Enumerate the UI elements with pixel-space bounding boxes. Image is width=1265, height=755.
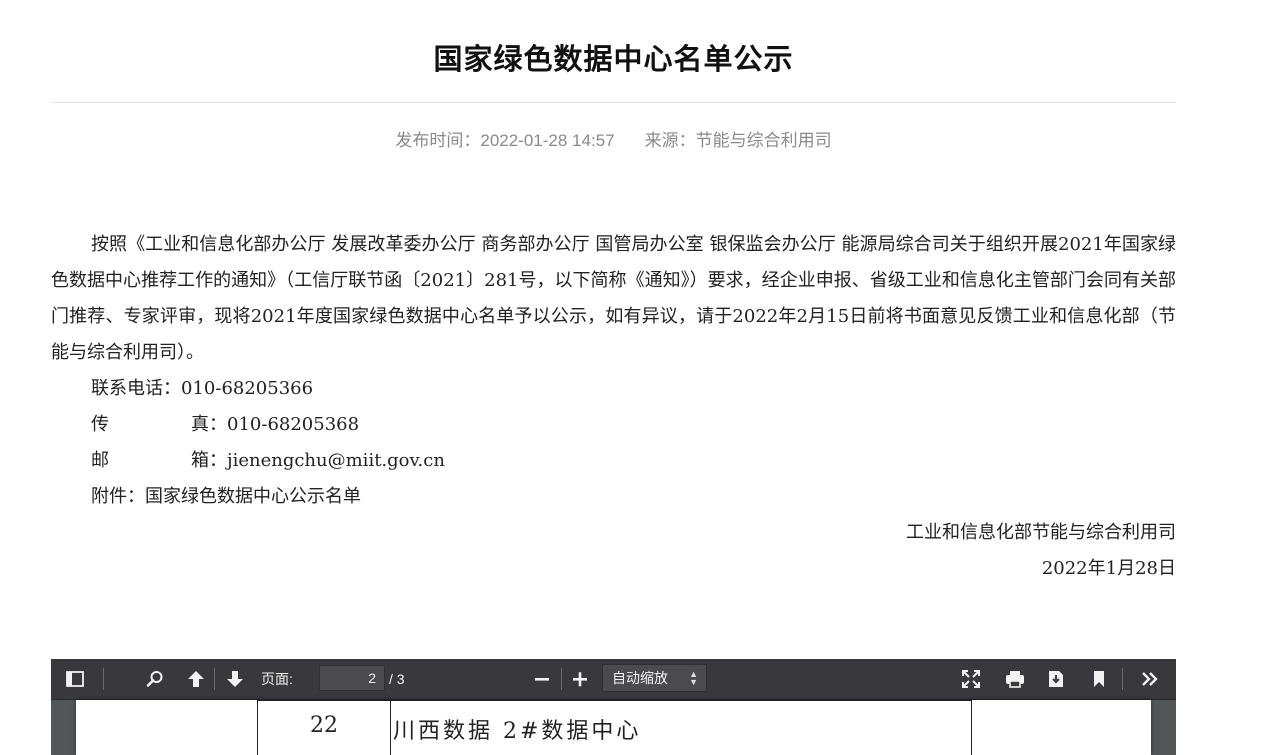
page-label: 页面: <box>261 671 293 687</box>
title-divider <box>51 102 1176 103</box>
pdf-viewer: 页面: / 3 自动缩放 ▲▼ <box>51 659 1176 755</box>
arrow-up-icon[interactable] <box>184 667 208 691</box>
contact-fax: 传 真：010-68205368 <box>51 407 1176 443</box>
fax-label: 传 <box>91 414 109 435</box>
select-arrows-icon: ▲ ▼ <box>689 669 698 687</box>
fullscreen-icon[interactable] <box>959 667 983 691</box>
publish-time: 发布时间：2022-01-28 14:57 <box>395 131 615 150</box>
table-cell-name: 川西数据 2#数据中心 <box>390 700 972 755</box>
arrow-down-icon[interactable] <box>223 667 247 691</box>
search-icon[interactable] <box>143 667 167 691</box>
article-page: 国家绿色数据中心名单公示 发布时间：2022-01-28 14:57 来源：节能与… <box>51 0 1176 755</box>
print-icon[interactable] <box>1003 667 1027 691</box>
sidebar-toggle-icon[interactable] <box>63 667 87 691</box>
pdf-viewer-area[interactable]: 22 川西数据 2#数据中心 <box>51 700 1176 755</box>
minus-icon[interactable] <box>530 667 554 691</box>
plus-icon[interactable] <box>568 667 592 691</box>
signature-date: 2022年1月28日 <box>1041 558 1176 579</box>
main-paragraph: 按照《工业和信息化部办公厅 发展改革委办公厅 商务部办公厅 国管局办公室 银保监… <box>51 234 1176 363</box>
zoom-select-value: 自动缩放 <box>612 670 668 686</box>
article-meta: 发布时间：2022-01-28 14:57 来源：节能与综合利用司 <box>51 126 1176 151</box>
attachment-link[interactable]: 附件：国家绿色数据中心公示名单 <box>51 479 1176 515</box>
double-chevron-right-icon[interactable] <box>1138 667 1162 691</box>
contact-phone: 联系电话：010-68205366 <box>91 378 314 399</box>
download-icon[interactable] <box>1044 667 1068 691</box>
table-cell-number: 22 <box>257 700 390 755</box>
pdf-toolbar: 页面: / 3 自动缩放 ▲▼ <box>51 659 1176 700</box>
email-label: 邮 <box>91 450 109 471</box>
zoom-select[interactable]: 自动缩放 ▲ ▼ <box>602 664 707 692</box>
article-body: 按照《工业和信息化部办公厅 发展改革委办公厅 商务部办公厅 国管局办公室 银保监… <box>51 227 1176 587</box>
article-source: 来源：节能与综合利用司 <box>644 131 832 150</box>
contact-email: 邮 箱：jienengchu@miit.gov.cn <box>51 443 1176 479</box>
page-title: 国家绿色数据中心名单公示 <box>433 42 794 76</box>
signature: 工业和信息化部节能与综合利用司 <box>906 522 1176 543</box>
email-value[interactable]: 箱：jienengchu@miit.gov.cn <box>191 443 445 479</box>
fax-value: 真：010-68205368 <box>191 414 360 435</box>
total-pages: / 3 <box>389 671 405 687</box>
page-number-input[interactable] <box>319 665 385 691</box>
bookmark-icon[interactable] <box>1087 667 1111 691</box>
pdf-page: 22 川西数据 2#数据中心 <box>76 700 1151 755</box>
